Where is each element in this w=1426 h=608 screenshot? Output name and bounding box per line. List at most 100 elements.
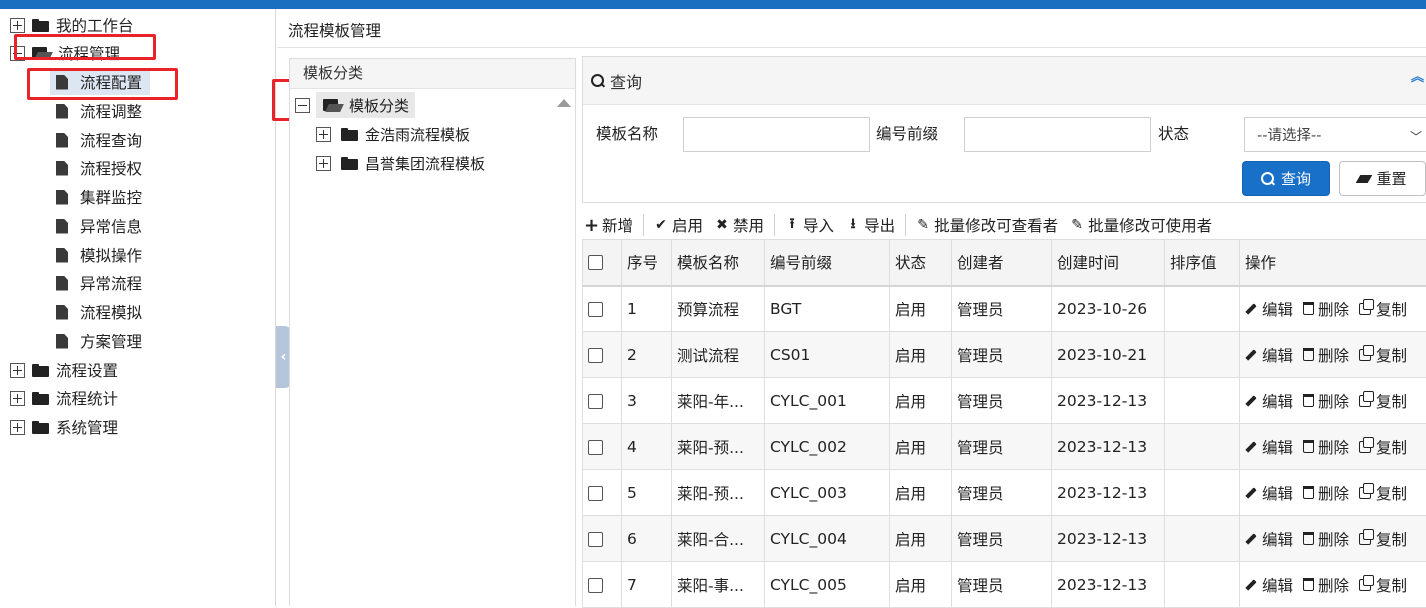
batch-users-button[interactable]: ✎批量修改可使用者	[1070, 214, 1212, 236]
collapse-icon[interactable]	[10, 46, 25, 61]
row-checkbox[interactable]	[588, 486, 603, 501]
cell-status: 启用	[890, 424, 952, 470]
row-checkbox[interactable]	[588, 440, 603, 455]
category-root-selected[interactable]: 模板分类	[316, 92, 415, 118]
category-root[interactable]: 模板分类	[295, 92, 415, 118]
expand-icon[interactable]	[10, 363, 25, 378]
table-row[interactable]: 5莱阳-预...CYLC_003启用管理员2023-12-13编辑删除复制	[583, 470, 1426, 516]
category-node[interactable]: 金浩雨流程模板	[316, 121, 470, 147]
sidebar-item-exception-info[interactable]: 异常信息	[50, 213, 150, 239]
select-all-checkbox[interactable]	[588, 255, 603, 270]
row-checkbox[interactable]	[588, 348, 603, 363]
sidebar-item-exception-process[interactable]: 异常流程	[50, 270, 150, 296]
delete-button[interactable]: 删除	[1303, 436, 1349, 458]
column-header[interactable]: 创建者	[952, 240, 1052, 286]
export-button[interactable]: ⭳导出	[846, 213, 895, 237]
edit-label: 编辑	[1262, 390, 1293, 412]
copy-button[interactable]: 复制	[1359, 436, 1407, 458]
template-name-input[interactable]	[683, 117, 870, 152]
delete-button[interactable]: 删除	[1303, 528, 1349, 550]
copy-button[interactable]: 复制	[1359, 390, 1407, 412]
row-checkbox[interactable]	[588, 394, 603, 409]
copy-button[interactable]: 复制	[1359, 528, 1407, 550]
sidebar-group-process-stats[interactable]: 流程统计	[10, 385, 118, 411]
row-select-cell	[583, 286, 622, 332]
add-button[interactable]: +新增	[584, 214, 633, 236]
scroll-up-icon[interactable]	[557, 99, 571, 107]
search-button[interactable]: 查询	[1242, 161, 1330, 196]
chevron-down-icon: ﹀	[1410, 128, 1422, 145]
copy-button[interactable]: 复制	[1359, 482, 1407, 504]
copy-button[interactable]: 复制	[1359, 574, 1407, 596]
row-checkbox[interactable]	[588, 302, 603, 317]
import-button[interactable]: ⭱导入	[785, 213, 834, 237]
table-row[interactable]: 6莱阳-合...CYLC_004启用管理员2023-12-13编辑删除复制	[583, 516, 1426, 562]
column-header[interactable]: 创建时间	[1052, 240, 1165, 286]
row-select-cell	[583, 378, 622, 424]
cell-status: 启用	[890, 378, 952, 424]
batch-viewers-button[interactable]: ✎批量修改可查看者	[916, 214, 1058, 236]
delete-button[interactable]: 删除	[1303, 574, 1349, 596]
row-checkbox[interactable]	[588, 578, 603, 593]
eraser-icon	[1356, 175, 1373, 183]
expand-icon[interactable]	[316, 156, 331, 171]
status-select[interactable]: --请选择-- ﹀	[1244, 117, 1426, 152]
delete-button[interactable]: 删除	[1303, 390, 1349, 412]
column-header[interactable]: 状态	[890, 240, 952, 286]
copy-button[interactable]: 复制	[1359, 298, 1407, 320]
column-header[interactable]: 模板名称	[672, 240, 765, 286]
delete-button[interactable]: 删除	[1303, 344, 1349, 366]
column-header[interactable]: 排序值	[1165, 240, 1240, 286]
table-row[interactable]: 4莱阳-预...CYLC_002启用管理员2023-12-13编辑删除复制	[583, 424, 1426, 470]
delete-label: 删除	[1318, 390, 1349, 412]
cell-prefix: CYLC_002	[765, 424, 890, 470]
category-root-label: 模板分类	[349, 95, 409, 116]
category-node[interactable]: 昌誉集团流程模板	[316, 150, 485, 176]
sidebar-item-process-config[interactable]: 流程配置	[50, 69, 150, 95]
collapse-icon[interactable]	[295, 98, 310, 113]
cell-index: 3	[622, 378, 672, 424]
sidebar-item-plan-management[interactable]: 方案管理	[50, 328, 150, 354]
table-row[interactable]: 2测试流程CS01启用管理员2023-10-21编辑删除复制	[583, 332, 1426, 378]
file-icon	[56, 219, 68, 234]
edit-button[interactable]: 编辑	[1245, 528, 1293, 550]
cell-prefix: CYLC_004	[765, 516, 890, 562]
sidebar-group-system-management[interactable]: 系统管理	[10, 414, 118, 440]
chevron-left-icon: ‹	[281, 349, 287, 365]
prefix-input[interactable]	[964, 117, 1151, 152]
column-header[interactable]: 编号前缀	[765, 240, 890, 286]
copy-button[interactable]: 复制	[1359, 344, 1407, 366]
cell-created-time: 2023-12-13	[1052, 378, 1165, 424]
sidebar-item-process-adjust[interactable]: 流程调整	[50, 98, 150, 124]
sidebar-item-process-query[interactable]: 流程查询	[50, 127, 150, 153]
table-row[interactable]: 7莱阳-事...CYLC_005启用管理员2023-12-13编辑删除复制	[583, 562, 1426, 608]
sidebar-item-simulate-op[interactable]: 模拟操作	[50, 242, 150, 268]
table-row[interactable]: 3莱阳-年...CYLC_001启用管理员2023-12-13编辑删除复制	[583, 378, 1426, 424]
sidebar-item-process-auth[interactable]: 流程授权	[50, 155, 150, 181]
edit-button[interactable]: 编辑	[1245, 298, 1293, 320]
table-row[interactable]: 1预算流程BGT启用管理员2023-10-26编辑删除复制	[583, 286, 1426, 332]
delete-button[interactable]: 删除	[1303, 482, 1349, 504]
column-header[interactable]: 序号	[622, 240, 672, 286]
sidebar-group-process-settings[interactable]: 流程设置	[10, 357, 118, 383]
edit-button[interactable]: 编辑	[1245, 482, 1293, 504]
edit-button[interactable]: 编辑	[1245, 436, 1293, 458]
edit-button[interactable]: 编辑	[1245, 344, 1293, 366]
sidebar-group-workbench[interactable]: 我的工作台	[10, 12, 134, 38]
edit-button[interactable]: 编辑	[1245, 574, 1293, 596]
sidebar-group-process-management[interactable]: 流程管理	[10, 40, 120, 66]
chevron-up-icon[interactable]: ︽	[1411, 71, 1424, 84]
disable-button[interactable]: ✖禁用	[715, 214, 764, 236]
edit-button[interactable]: 编辑	[1245, 390, 1293, 412]
sidebar-item-cluster-monitor[interactable]: 集群监控	[50, 184, 150, 210]
copy-label: 复制	[1376, 344, 1407, 366]
reset-button[interactable]: 重置	[1339, 161, 1426, 196]
expand-icon[interactable]	[10, 391, 25, 406]
expand-icon[interactable]	[10, 420, 25, 435]
sidebar-item-process-simulate[interactable]: 流程模拟	[50, 299, 150, 325]
enable-button[interactable]: ✔启用	[654, 214, 703, 236]
expand-icon[interactable]	[316, 127, 331, 142]
expand-icon[interactable]	[10, 18, 25, 33]
row-checkbox[interactable]	[588, 532, 603, 547]
delete-button[interactable]: 删除	[1303, 298, 1349, 320]
